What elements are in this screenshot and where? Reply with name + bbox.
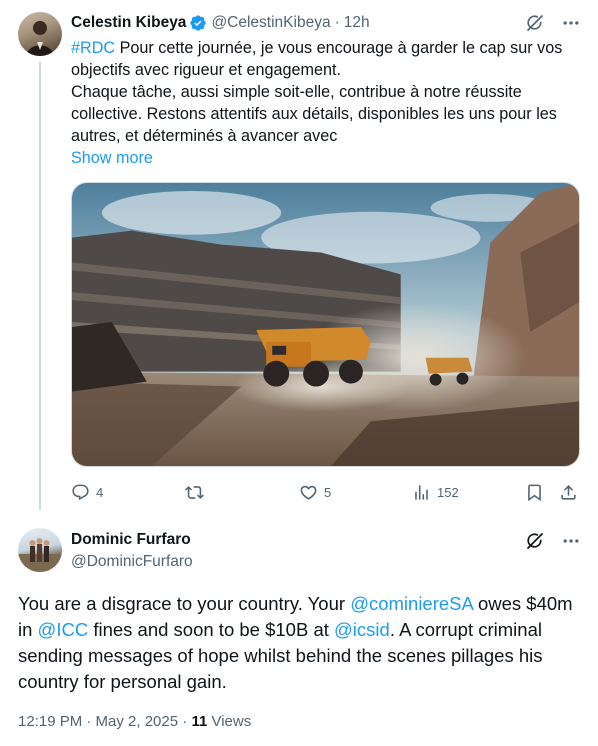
tweet-header: Celestin Kibeya @CelestinKibeya · 12h	[71, 12, 370, 34]
reply-header: Dominic Furfaro @DominicFurfaro	[71, 530, 193, 572]
reply-timestamp[interactable]: 12:19 PM · May 2, 2025	[18, 713, 178, 730]
grok-icon[interactable]	[524, 12, 546, 34]
views-count: 152	[437, 484, 459, 500]
reply-button[interactable]: 4	[71, 481, 103, 503]
tweet-action-bar: 4 5 152	[71, 481, 581, 503]
bookmark-icon	[525, 483, 544, 502]
share-button[interactable]	[559, 481, 578, 503]
reply-author-handle[interactable]: @DominicFurfaro	[71, 552, 193, 572]
views-chart-icon	[412, 483, 431, 502]
reply-top-actions	[524, 530, 582, 552]
separator-dot: ·	[334, 14, 340, 31]
reply-views-label: Views	[207, 713, 252, 730]
mention-link[interactable]: @icsid	[334, 619, 390, 640]
tweet-text-line1: Pour cette journée, je vous encourage à …	[71, 39, 563, 79]
reply-author-name[interactable]: Dominic Furfaro	[71, 530, 193, 550]
avatar[interactable]	[18, 528, 62, 572]
tweet-top-actions	[524, 12, 582, 34]
views-button[interactable]: 152	[412, 481, 459, 503]
tweet-text: #RDC Pour cette journée, je vous encoura…	[71, 37, 581, 147]
retweet-icon	[185, 483, 204, 502]
mention-link[interactable]: @cominiereSA	[350, 593, 473, 614]
show-more-link[interactable]: Show more	[71, 147, 153, 169]
more-icon[interactable]	[560, 530, 582, 552]
share-icon	[559, 483, 578, 502]
tweet-time[interactable]: 12h	[344, 14, 370, 32]
like-button[interactable]: 5	[299, 481, 331, 503]
reply-text: You are a disgrace to your country. Your…	[18, 591, 583, 695]
reply-count: 4	[96, 484, 104, 500]
mention-link[interactable]: @ICC	[38, 619, 89, 640]
tweet-text-rest: Chaque tâche, aussi simple soit-elle, co…	[71, 83, 557, 145]
grok-icon[interactable]	[524, 530, 546, 552]
tweet-media-image[interactable]	[71, 182, 580, 467]
reply-meta: 12:19 PM · May 2, 2025 · 11 Views	[18, 713, 251, 730]
more-icon[interactable]	[560, 12, 582, 34]
bookmark-button[interactable]	[525, 481, 544, 503]
reply-icon	[71, 483, 90, 502]
separator-dot: ·	[178, 713, 192, 730]
reply-text-part: fines and soon to be $10B at	[88, 619, 335, 640]
like-count: 5	[324, 484, 332, 500]
original-tweet: Celestin Kibeya @CelestinKibeya · 12h #R…	[0, 0, 598, 512]
reply-text-part: You are a disgrace to your country. Your	[18, 593, 351, 614]
retweet-button[interactable]	[185, 481, 210, 503]
avatar[interactable]	[18, 12, 62, 56]
thread-line	[39, 62, 41, 510]
author-name[interactable]: Celestin Kibeya	[71, 14, 186, 32]
heart-icon	[299, 483, 318, 502]
author-handle[interactable]: @CelestinKibeya	[211, 14, 330, 32]
hashtag-link[interactable]: #RDC	[71, 39, 115, 57]
verified-badge-icon	[189, 14, 207, 32]
reply-views-count: 11	[191, 713, 208, 730]
